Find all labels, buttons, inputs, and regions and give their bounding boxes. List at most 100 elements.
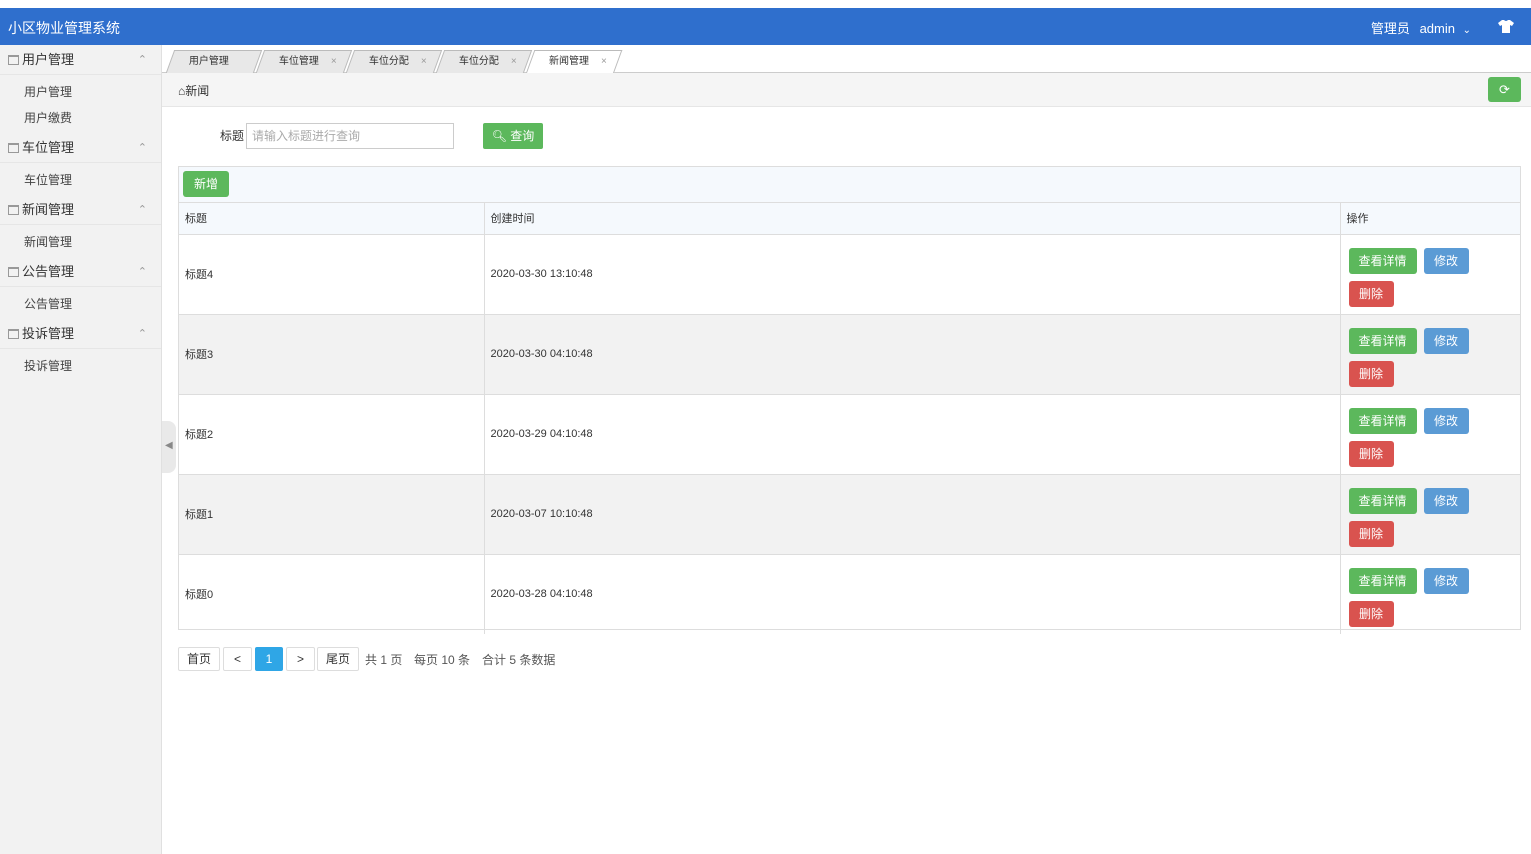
- cell-title: 标题0: [179, 554, 485, 634]
- news-table: 标题 创建时间 操作 标题4 2020-03-30 13:10:48 查看详情 修改删…: [179, 203, 1520, 634]
- folder-icon: [8, 55, 19, 65]
- pager-total-pages: 共 1 页: [365, 653, 403, 667]
- cell-actions: 查看详情 修改删除: [1340, 474, 1520, 555]
- view-detail-button[interactable]: 查看详情: [1348, 247, 1417, 274]
- cell-title: 标题1: [179, 474, 485, 555]
- tab-label: 用户管理: [188, 56, 229, 67]
- sidebar-submenu: 新闻管理: [0, 225, 161, 257]
- news-table-panel: 新增 标题 创建时间 操作 标题4 2020-03-30 13:10:48 查看详情…: [178, 166, 1521, 634]
- cell-actions: 查看详情 修改删除: [1340, 314, 1520, 395]
- table-header-row: 标题 创建时间 操作: [179, 203, 1520, 235]
- top-strip: [0, 0, 1531, 8]
- caret-left-icon: ◀: [165, 440, 173, 451]
- cell-created: 2020-03-30 04:10:48: [484, 314, 1341, 395]
- sidebar-group-2[interactable]: 新闻管理 ⌃: [0, 195, 161, 225]
- edit-button[interactable]: 修改: [1423, 487, 1469, 514]
- column-header-actions: 操作: [1340, 203, 1520, 235]
- tab-bar: 用户管理 车位管理 × 车位分配 × 车位分配 × 新闻管理 ×: [162, 45, 1531, 74]
- table-row: 标题1 2020-03-07 10:10:48 查看详情 修改 删除: [179, 474, 1520, 555]
- app-header: 小区物业管理系统 管理员 admin ⌄: [0, 8, 1531, 45]
- chevron-down-icon: ⌄: [1462, 25, 1471, 36]
- close-icon[interactable]: ×: [331, 51, 337, 73]
- tab-0[interactable]: 用户管理: [165, 50, 263, 73]
- sidebar: 用户管理 ⌃ 用户管理 用户缴费 车位管理 ⌃ 车位管理 新闻管理 ⌃ 新闻管理 公告管理 ⌃ 公告管理…: [0, 45, 162, 854]
- cell-title: 标题2: [179, 394, 485, 475]
- delete-button[interactable]: 删除: [1348, 360, 1394, 387]
- tab-1[interactable]: 车位管理 ×: [255, 50, 353, 73]
- pager-first-button[interactable]: 首页: [178, 647, 220, 671]
- pager-next-button[interactable]: >: [286, 647, 315, 671]
- cell-actions: 查看详情 修改删除: [1340, 554, 1520, 634]
- pager-page-1[interactable]: 1: [255, 647, 283, 671]
- view-detail-button[interactable]: 查看详情: [1348, 487, 1417, 514]
- pager-last-button[interactable]: 尾页: [317, 647, 359, 671]
- folder-icon: [8, 329, 19, 339]
- column-header-created: 创建时间: [484, 203, 1341, 235]
- sidebar-group-3[interactable]: 公告管理 ⌃: [0, 257, 161, 287]
- close-icon[interactable]: ×: [601, 51, 607, 73]
- sidebar-submenu: 投诉管理: [0, 349, 161, 381]
- chevron-up-icon: ⌃: [137, 328, 147, 340]
- search-icon: 🔍︎: [491, 129, 507, 143]
- sidebar-group-4[interactable]: 投诉管理 ⌃: [0, 319, 161, 349]
- column-header-title: 标题: [179, 203, 485, 235]
- delete-button[interactable]: 删除: [1348, 280, 1394, 307]
- search-input[interactable]: [246, 123, 454, 149]
- chevron-up-icon: ⌃: [137, 142, 147, 154]
- folder-icon: [8, 143, 19, 153]
- user-menu[interactable]: 管理员 admin ⌄: [1371, 18, 1471, 37]
- search-title-label: 标题: [220, 129, 245, 143]
- chevron-up-icon: ⌃: [137, 266, 147, 278]
- view-detail-button[interactable]: 查看详情: [1348, 407, 1417, 434]
- sidebar-group-0[interactable]: 用户管理 ⌃: [0, 45, 161, 75]
- breadcrumb: ⌂新闻: [178, 84, 210, 98]
- chevron-up-icon: ⌃: [137, 54, 147, 66]
- view-detail-button[interactable]: 查看详情: [1348, 567, 1417, 594]
- cell-title: 标题3: [179, 314, 485, 395]
- sidebar-submenu: 公告管理: [0, 287, 161, 319]
- table-row: 标题4 2020-03-30 13:10:48 查看详情 修改 删除: [179, 234, 1520, 315]
- cell-actions: 查看详情 修改删除: [1340, 234, 1520, 315]
- tab-4[interactable]: 新闻管理 ×: [525, 50, 623, 74]
- close-icon[interactable]: ×: [511, 51, 517, 73]
- refresh-button[interactable]: ⟳: [1488, 77, 1521, 102]
- pager-total-count: 合计 5 条数据: [482, 653, 556, 667]
- sidebar-group-label: 新闻管理: [22, 202, 75, 217]
- table-row: 标题2 2020-03-29 04:10:48 查看详情 修改删除: [179, 394, 1520, 475]
- sidebar-group-label: 投诉管理: [22, 326, 75, 341]
- delete-button[interactable]: 删除: [1348, 440, 1394, 467]
- search-form: 标题 🔍︎ 查询: [162, 107, 1531, 165]
- close-icon[interactable]: ×: [421, 51, 427, 73]
- sidebar-item[interactable]: 车位管理: [0, 167, 161, 193]
- add-button[interactable]: 新增: [183, 171, 229, 197]
- edit-button[interactable]: 修改: [1423, 567, 1469, 594]
- edit-button[interactable]: 修改: [1423, 327, 1469, 354]
- delete-button[interactable]: 删除: [1348, 520, 1394, 547]
- sidebar-item[interactable]: 公告管理: [0, 291, 161, 317]
- sidebar-item[interactable]: 新闻管理: [0, 229, 161, 255]
- sidebar-submenu: 车位管理: [0, 163, 161, 195]
- edit-button[interactable]: 修改: [1423, 247, 1469, 274]
- search-button[interactable]: 🔍︎ 查询: [483, 123, 543, 149]
- sidebar-group-label: 公告管理: [22, 264, 75, 279]
- cell-created: 2020-03-28 04:10:48: [484, 554, 1341, 634]
- sidebar-item[interactable]: 用户管理: [0, 79, 161, 105]
- sidebar-collapse-toggle[interactable]: ◀: [162, 421, 176, 473]
- sidebar-submenu: 用户管理 用户缴费: [0, 75, 161, 133]
- view-detail-button[interactable]: 查看详情: [1348, 327, 1417, 354]
- delete-button[interactable]: 删除: [1348, 600, 1394, 627]
- refresh-icon: ⟳: [1499, 82, 1510, 97]
- pager-prev-button[interactable]: <: [223, 647, 252, 671]
- cell-created: 2020-03-29 04:10:48: [484, 394, 1341, 475]
- tab-2[interactable]: 车位分配 ×: [345, 50, 443, 73]
- edit-button[interactable]: 修改: [1423, 407, 1469, 434]
- table-toolbar: 新增: [179, 167, 1520, 203]
- table-row: 标题0 2020-03-28 04:10:48 查看详情 修改 删除: [179, 554, 1520, 634]
- tshirt-icon[interactable]: [1497, 17, 1515, 35]
- tab-3[interactable]: 车位分配 ×: [435, 50, 533, 73]
- folder-icon: [8, 205, 19, 215]
- sidebar-group-1[interactable]: 车位管理 ⌃: [0, 133, 161, 163]
- sidebar-group-label: 用户管理: [22, 52, 75, 67]
- sidebar-item[interactable]: 投诉管理: [0, 353, 161, 379]
- sidebar-item[interactable]: 用户缴费: [0, 105, 161, 131]
